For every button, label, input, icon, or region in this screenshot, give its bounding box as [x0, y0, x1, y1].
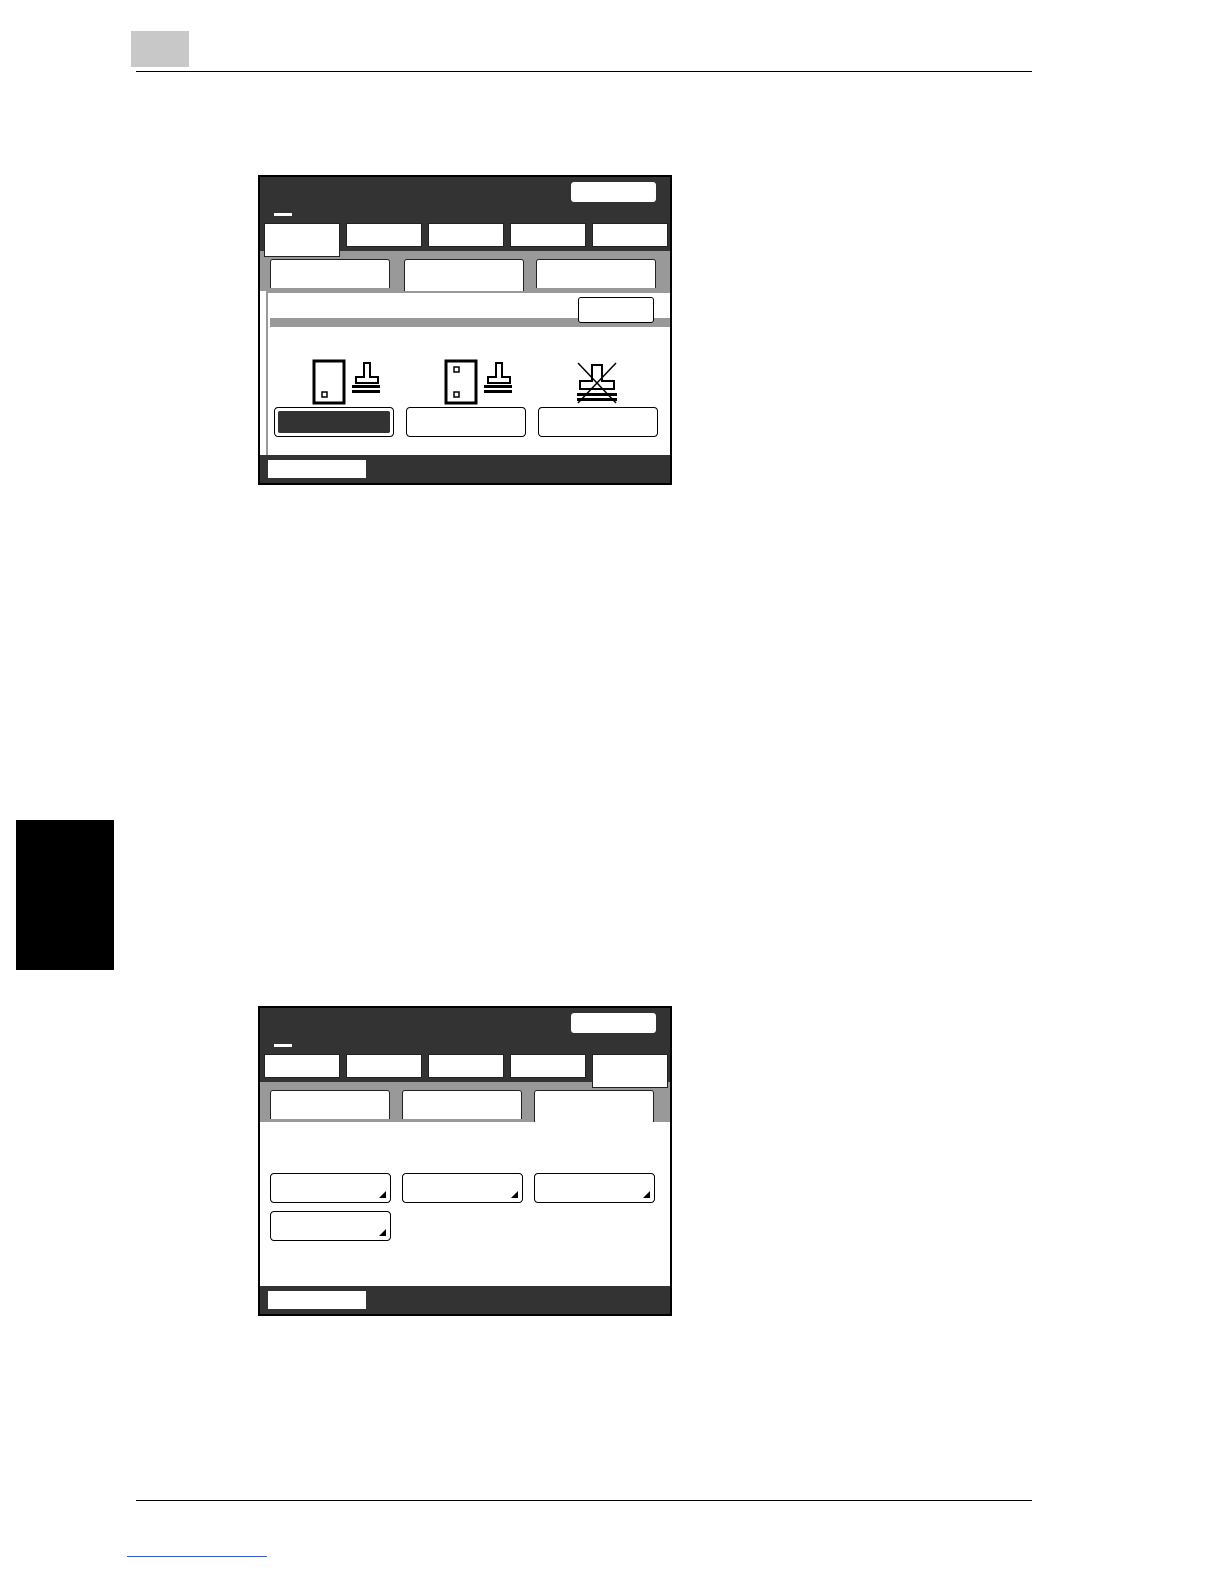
subtab-3[interactable] — [534, 1090, 654, 1124]
tab-1[interactable] — [264, 223, 340, 257]
tab-5[interactable] — [592, 1054, 668, 1088]
menu-button-4[interactable] — [270, 1211, 391, 1241]
submenu-indicator-icon — [511, 1191, 518, 1198]
document-staple-corner-icon — [312, 359, 384, 405]
header-indicator — [274, 213, 292, 216]
subtab-1[interactable] — [270, 1090, 390, 1119]
chapter-badge — [131, 31, 189, 67]
tab-4[interactable] — [510, 1054, 586, 1078]
footer-button[interactable] — [268, 1291, 366, 1309]
tab-2[interactable] — [346, 223, 422, 247]
staple-off-icon — [572, 359, 622, 405]
tab-1[interactable] — [264, 1054, 340, 1078]
staple-two-point-button[interactable] — [406, 407, 526, 437]
close-button[interactable] — [578, 297, 654, 323]
staple-corner-button[interactable] — [274, 407, 394, 437]
menu-button-3[interactable] — [534, 1173, 655, 1203]
footer-button[interactable] — [268, 460, 366, 478]
header-rule — [136, 71, 1032, 72]
menu-button-1[interactable] — [270, 1173, 391, 1203]
subtab-3[interactable] — [536, 259, 656, 288]
menu-screen — [258, 1006, 672, 1316]
submenu-indicator-icon — [379, 1229, 386, 1236]
tab-3[interactable] — [428, 1054, 504, 1078]
footer-rule — [136, 1500, 1032, 1501]
menu-panel — [260, 1122, 670, 1286]
footer-link-underline — [127, 1556, 267, 1557]
header-button[interactable] — [571, 182, 656, 202]
subtab-2[interactable] — [402, 1090, 522, 1119]
tab-5[interactable] — [592, 223, 668, 247]
subtab-1[interactable] — [270, 259, 390, 288]
submenu-indicator-icon — [379, 1191, 386, 1198]
header-button[interactable] — [571, 1013, 656, 1033]
submenu-indicator-icon — [643, 1191, 650, 1198]
chapter-side-tab — [16, 820, 114, 970]
document-staple-two-point-icon — [444, 359, 516, 405]
subtab-2[interactable] — [404, 259, 524, 293]
tab-4[interactable] — [510, 223, 586, 247]
tab-3[interactable] — [428, 223, 504, 247]
staple-off-button[interactable] — [538, 407, 658, 437]
staple-settings-screen — [258, 175, 672, 485]
header-indicator — [274, 1044, 292, 1047]
menu-button-2[interactable] — [402, 1173, 523, 1203]
tab-2[interactable] — [346, 1054, 422, 1078]
